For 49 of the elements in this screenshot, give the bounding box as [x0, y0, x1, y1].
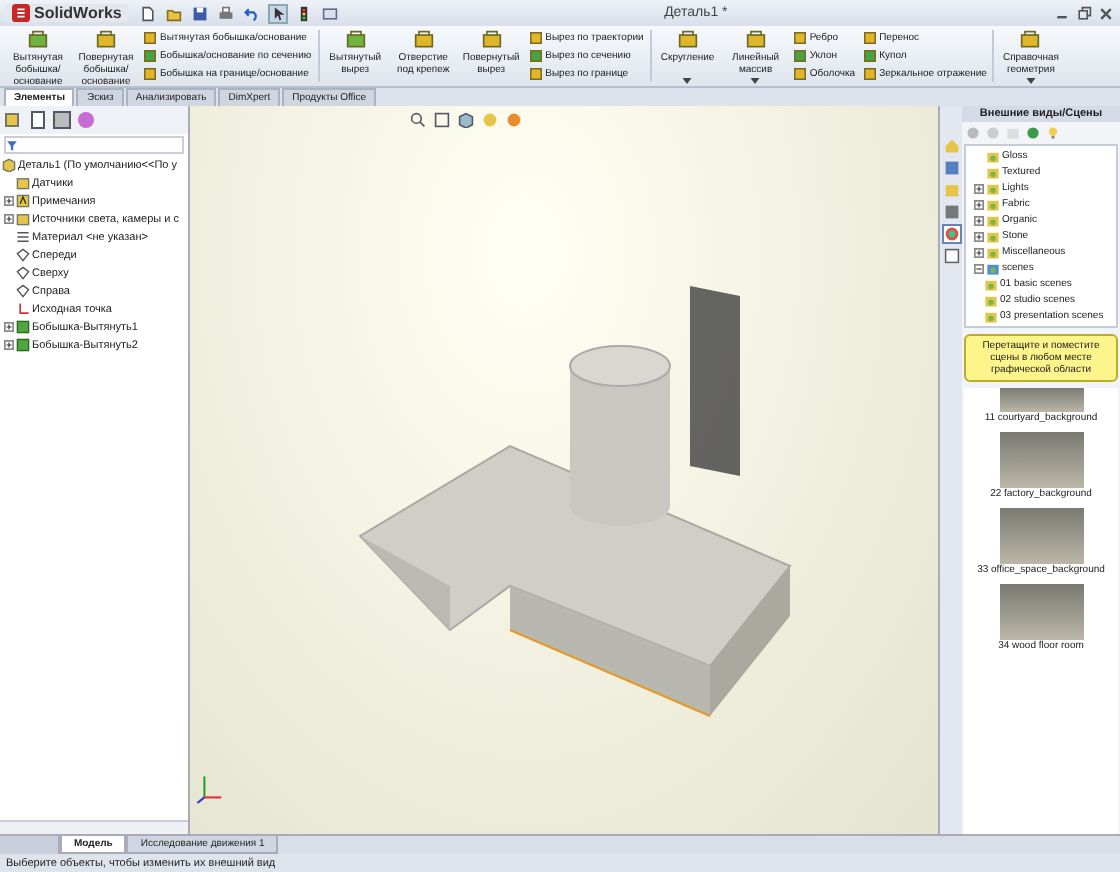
expand-icon[interactable] [4, 214, 14, 224]
tool-icon [481, 30, 502, 50]
open-folder-icon[interactable] [165, 5, 182, 21]
restore-icon[interactable] [1076, 5, 1092, 21]
scenes-icon [986, 261, 1000, 275]
tool-icon [1020, 30, 1041, 50]
scene-thumbnail[interactable] [999, 584, 1083, 640]
save-icon[interactable] [191, 5, 208, 21]
expand-icon[interactable] [974, 183, 984, 193]
expand-icon[interactable] [4, 340, 14, 350]
undo-icon[interactable] [243, 5, 260, 21]
expand-icon[interactable] [4, 196, 14, 206]
zoom-area-icon[interactable] [434, 112, 450, 128]
app-logo: SolidWorks [6, 4, 128, 22]
tool-icon [745, 30, 766, 50]
tool-icon [677, 30, 698, 50]
tool-icon [96, 30, 116, 50]
expand-icon[interactable] [974, 215, 984, 225]
expand-icon[interactable] [974, 199, 984, 209]
caret-icon[interactable] [682, 78, 693, 84]
filter-icon [6, 139, 18, 151]
annotation-icon [16, 194, 30, 208]
axis-triad-icon [196, 772, 224, 806]
part-icon [2, 158, 16, 172]
expand-icon[interactable] [974, 247, 984, 257]
tool-icon [345, 30, 366, 50]
expand-icon[interactable] [4, 322, 14, 332]
zoom-icon[interactable] [410, 112, 426, 128]
material-icon [16, 230, 30, 244]
logo-icon [12, 4, 30, 22]
scene-thumbnail[interactable] [999, 432, 1083, 488]
expand-icon[interactable] [974, 231, 984, 241]
view-cube-icon[interactable] [458, 112, 474, 128]
appearances-icon[interactable] [943, 226, 959, 242]
scene-thumbnail[interactable] [999, 388, 1083, 412]
traffic-light-icon[interactable] [295, 5, 312, 21]
close-icon[interactable] [1098, 5, 1114, 21]
select-pointer-icon[interactable] [269, 5, 286, 21]
origin-icon [16, 302, 30, 316]
horizontal-scrollbar[interactable] [0, 820, 188, 834]
scene-thumbnail[interactable] [999, 508, 1083, 564]
printer-icon[interactable] [217, 5, 234, 21]
new-document-icon[interactable] [139, 5, 156, 21]
caret-icon[interactable] [1025, 78, 1036, 84]
filter-field[interactable] [4, 136, 184, 154]
caret-icon[interactable] [750, 78, 761, 84]
collapse-icon[interactable] [974, 263, 984, 273]
tool-icon [413, 30, 434, 50]
tool-icon [28, 30, 48, 50]
